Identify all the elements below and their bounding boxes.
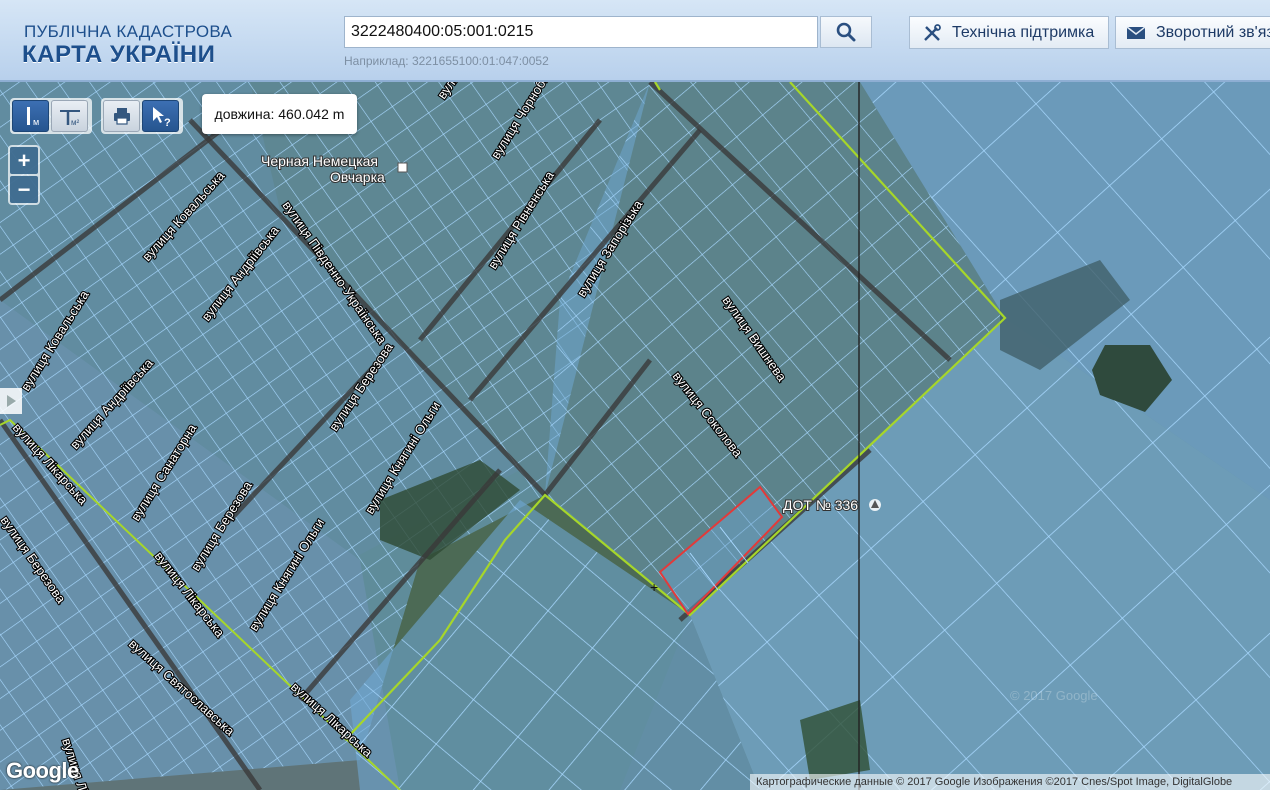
street-label: вулиця Андріївська <box>67 355 156 452</box>
measure-tools: м м² <box>10 98 92 134</box>
street-label: вулиця Андріївська <box>199 222 283 323</box>
measure-length-button[interactable]: м <box>12 100 49 132</box>
street-label: вулиця Коваль <box>434 82 497 102</box>
search-example: Наприклад: 3221655100:01:047:0052 <box>344 54 549 68</box>
print-button[interactable] <box>103 100 140 132</box>
poi-business-label: Черная Немецкая <box>261 153 378 169</box>
info-button[interactable]: ? <box>142 100 179 132</box>
tech-support-label: Технічна підтримка <box>952 23 1095 41</box>
logo-line2: КАРТА УКРАЇНИ <box>22 41 216 68</box>
street-label: вулиця Березова <box>188 478 256 574</box>
street-label: вулиця Лікарська <box>288 679 376 760</box>
side-panel-toggle[interactable] <box>0 388 22 414</box>
map-watermark: © 2017 Google <box>1010 688 1098 703</box>
zoom-in-button[interactable]: + <box>10 147 38 174</box>
measure-area-button[interactable]: м² <box>51 100 88 132</box>
play-triangle-icon <box>7 395 16 407</box>
envelope-icon <box>1126 25 1146 39</box>
zoom-control: + − <box>8 145 40 205</box>
feedback-button[interactable]: Зворотний зв'язок <box>1115 16 1270 49</box>
street-label: вулиця Березова <box>0 513 69 606</box>
street-label: вулиця Святославська <box>126 636 238 739</box>
street-label: вулиця Рівненська <box>485 168 558 272</box>
street-label: вулиця Княгині Ольги <box>246 516 327 634</box>
street-label: вулиця Чорнобиль <box>488 82 560 162</box>
area-unit: м² <box>71 118 80 127</box>
street-label: вулиця Соколова <box>670 369 746 461</box>
street-label: вулиця Княгині Ольги <box>362 399 443 517</box>
svg-text:?: ? <box>164 117 171 127</box>
zoom-out-button[interactable]: − <box>10 176 38 203</box>
street-label: вулиця Ковальська <box>139 168 228 264</box>
ruler-length-icon: м <box>26 107 39 127</box>
monument-icon <box>869 499 881 511</box>
measurement-result: довжина: 460.042 m <box>202 94 357 134</box>
google-logo: Google <box>6 758 79 783</box>
logo-line1: ПУБЛІЧНА КАДАСТРОВА <box>24 22 233 41</box>
length-unit: м <box>33 117 39 127</box>
print-info-tools: ? <box>101 98 183 134</box>
street-label: вулиця Ковальська <box>18 287 92 393</box>
map-attribution[interactable]: Картографические данные © 2017 Google Из… <box>750 774 1270 790</box>
tools-icon <box>924 23 941 41</box>
poi-business-label-line2: Овчарка <box>330 169 385 185</box>
tech-support-button[interactable]: Технічна підтримка <box>909 16 1109 49</box>
street-label: вулиця Запорізька <box>574 197 646 300</box>
street-label: вулиця Південно-Українська <box>280 198 391 347</box>
cadastral-search-input[interactable] <box>344 16 818 48</box>
header: ПУБЛІЧНА КАДАСТРОВА КАРТА УКРАЇНИ Наприк… <box>0 0 1270 82</box>
map-canvas[interactable]: + вулиця Коваль вулиця Чорнобиль вулиця … <box>0 82 1270 790</box>
street-label: вулиця Санаторна <box>128 421 200 524</box>
magnifier-icon <box>836 22 856 42</box>
ruler-area-icon: м² <box>59 110 80 127</box>
street-label: вулиця Вишнева <box>720 293 790 385</box>
feedback-label: Зворотний зв'язок <box>1156 23 1270 41</box>
shop-icon <box>397 162 408 173</box>
street-label: вулиця Березова <box>326 339 396 433</box>
cursor-question-icon: ? <box>152 107 171 127</box>
street-labels: вулиця Коваль вулиця Чорнобиль вулиця Ко… <box>0 82 1098 790</box>
search-button[interactable] <box>820 16 872 48</box>
poi-building-label: ДОТ № 336 <box>783 497 858 513</box>
printer-icon <box>113 108 130 125</box>
